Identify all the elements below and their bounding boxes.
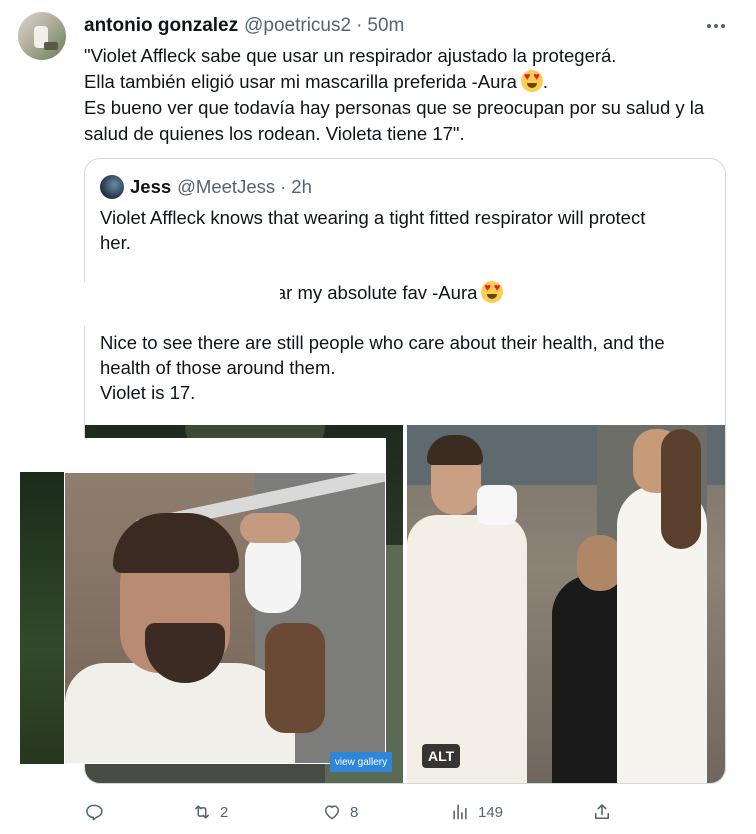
quoted-line: Violet is 17.	[100, 382, 196, 403]
author-avatar[interactable]	[18, 12, 66, 60]
tweet-line: Es bueno ver que todavía hay personas qu…	[84, 97, 705, 118]
quoted-time: 2h	[291, 176, 312, 197]
author-display-name[interactable]: antonio gonzalez	[84, 15, 238, 37]
quoted-header: Jess @MeetJess · 2h	[130, 175, 312, 199]
quoted-line: Violet Affleck knows that wearing a tigh…	[100, 207, 646, 228]
reply-icon	[86, 804, 103, 821]
view-gallery-button: view gallery	[330, 752, 392, 772]
tweet-line: Ella también eligió usar mi mascarilla p…	[84, 69, 734, 95]
tweet-line-text: .	[542, 71, 549, 92]
inset-frame	[64, 438, 386, 474]
tweet-time[interactable]: 50m	[367, 15, 404, 37]
retweet-icon	[195, 805, 209, 819]
quoted-paragraph: Violet Affleck knows that wearing a tigh…	[100, 205, 712, 255]
alt-badge[interactable]: ALT	[422, 744, 461, 768]
views-icon	[453, 804, 467, 820]
separator-dot: ·	[356, 15, 363, 36]
like-icon	[325, 805, 339, 820]
action-bar: 2 8 149	[84, 798, 624, 826]
reply-button[interactable]	[84, 798, 112, 826]
separator-dot: ·	[280, 176, 287, 197]
share-icon	[594, 804, 610, 820]
quoted-line: her.	[100, 232, 131, 253]
media-photo-right[interactable]	[407, 425, 725, 783]
tweet-header: antonio gonzalez @poetricus2 · 50m	[84, 14, 404, 38]
tweet-line-text: Ella también eligió usar mi mascarilla p…	[84, 71, 517, 92]
quoted-handle: @MeetJess	[177, 176, 276, 197]
quoted-line: Nice to see there are still people who c…	[100, 332, 665, 353]
tweet-line: "Violet Affleck sabe que usar un respira…	[84, 45, 617, 66]
heart-eyes-emoji-icon	[520, 70, 543, 92]
share-button[interactable]	[592, 798, 620, 826]
more-icon[interactable]	[703, 14, 729, 38]
like-count: 8	[350, 803, 359, 821]
tweet[interactable]: antonio gonzalez @poetricus2 · 50m "Viol…	[0, 0, 756, 834]
views-count: 149	[478, 803, 504, 821]
like-button[interactable]: 8	[322, 798, 358, 826]
quoted-display-name: Jess	[130, 176, 172, 197]
quoted-line: health of those around them.	[100, 357, 336, 378]
retweet-count: 2	[220, 803, 229, 821]
inset-backdrop	[0, 282, 280, 326]
views-button[interactable]: 149	[450, 798, 503, 826]
quoted-paragraph: Nice to see there are still people who c…	[100, 330, 712, 405]
tweet-line: salud de quienes los rodean. Violeta tie…	[84, 123, 465, 144]
heart-eyes-emoji-icon	[481, 281, 504, 303]
inset-photo	[64, 472, 386, 764]
quoted-author-avatar	[100, 175, 124, 199]
tweet-text: "Violet Affleck sabe que usar un respira…	[84, 43, 734, 147]
author-handle[interactable]: @poetricus2	[244, 15, 351, 37]
inset-left-strip	[20, 472, 64, 764]
retweet-button[interactable]: 2	[192, 798, 228, 826]
